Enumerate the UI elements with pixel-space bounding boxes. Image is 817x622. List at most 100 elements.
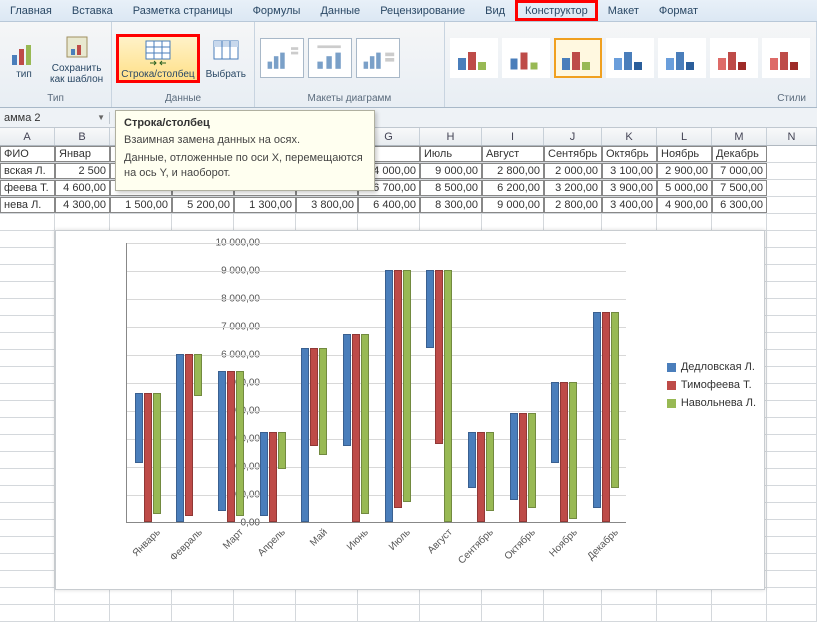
cell[interactable]: 4 600,00 (55, 180, 110, 196)
chart-layout-2[interactable] (308, 38, 352, 78)
cell[interactable] (420, 214, 482, 230)
cell[interactable] (767, 180, 817, 196)
cell[interactable] (482, 214, 544, 230)
cell[interactable] (296, 588, 358, 604)
cell[interactable] (0, 554, 55, 570)
cell[interactable]: 8 300,00 (420, 197, 482, 213)
cell[interactable]: 4 300,00 (55, 197, 110, 213)
cell[interactable] (0, 384, 55, 400)
cell[interactable] (172, 588, 234, 604)
cell[interactable] (482, 605, 544, 621)
col-header[interactable]: M (712, 128, 767, 145)
tab-layout[interactable]: Макет (598, 0, 649, 21)
cell[interactable] (767, 435, 817, 451)
chart-layout-1[interactable] (260, 38, 304, 78)
chart-style-1[interactable] (450, 38, 498, 78)
embedded-chart[interactable]: 0,001 000,002 000,003 000,004 000,005 00… (55, 230, 765, 590)
cell[interactable] (0, 367, 55, 383)
cell[interactable] (767, 231, 817, 247)
cell[interactable] (0, 248, 55, 264)
cell[interactable]: 3 100,00 (602, 163, 657, 179)
tab-formulas[interactable]: Формулы (243, 0, 311, 21)
cell[interactable] (602, 214, 657, 230)
tab-design[interactable]: Конструктор (515, 0, 598, 21)
cell[interactable]: 3 200,00 (544, 180, 602, 196)
cell[interactable] (657, 214, 712, 230)
dropdown-icon[interactable]: ▼ (97, 113, 105, 122)
cell[interactable]: 2 900,00 (657, 163, 712, 179)
cell[interactable] (0, 469, 55, 485)
cell[interactable] (767, 299, 817, 315)
col-header[interactable]: N (767, 128, 817, 145)
chart-style-6[interactable] (710, 38, 758, 78)
cell[interactable] (767, 197, 817, 213)
cell[interactable]: Октябрь (602, 146, 657, 162)
col-header[interactable]: J (544, 128, 602, 145)
tab-view[interactable]: Вид (475, 0, 515, 21)
cell[interactable]: 3 800,00 (296, 197, 358, 213)
tab-data[interactable]: Данные (310, 0, 370, 21)
cell[interactable] (358, 214, 420, 230)
cell[interactable]: 9 000,00 (482, 197, 544, 213)
cell[interactable]: 3 900,00 (602, 180, 657, 196)
cell[interactable]: вская Л. (0, 163, 55, 179)
tab-insert[interactable]: Вставка (62, 0, 123, 21)
cell[interactable]: 9 000,00 (420, 163, 482, 179)
cell[interactable]: феева Т. (0, 180, 55, 196)
cell[interactable]: Сентябрь (544, 146, 602, 162)
cell[interactable] (767, 265, 817, 281)
cell[interactable] (767, 571, 817, 587)
cell[interactable] (767, 367, 817, 383)
cell[interactable]: Август (482, 146, 544, 162)
col-header[interactable]: K (602, 128, 657, 145)
cell[interactable] (234, 588, 296, 604)
cell[interactable] (172, 214, 234, 230)
cell[interactable] (0, 588, 55, 604)
cell[interactable]: 8 500,00 (420, 180, 482, 196)
cell[interactable] (767, 486, 817, 502)
cell[interactable] (767, 452, 817, 468)
cell[interactable]: 7 500,00 (712, 180, 767, 196)
cell[interactable] (602, 588, 657, 604)
cell[interactable]: 2 500 (55, 163, 110, 179)
chart-layout-3[interactable] (356, 38, 400, 78)
cell[interactable] (767, 537, 817, 553)
cell[interactable] (544, 214, 602, 230)
cell[interactable] (767, 554, 817, 570)
cell[interactable] (767, 418, 817, 434)
cell[interactable] (767, 163, 817, 179)
cell[interactable] (0, 571, 55, 587)
cell[interactable] (55, 588, 110, 604)
tab-review[interactable]: Рецензирование (370, 0, 475, 21)
col-header[interactable]: L (657, 128, 712, 145)
cell[interactable]: 1 500,00 (110, 197, 172, 213)
cell[interactable] (0, 452, 55, 468)
cell[interactable] (0, 418, 55, 434)
cell[interactable]: Декабрь (712, 146, 767, 162)
cell[interactable]: 2 800,00 (482, 163, 544, 179)
cell[interactable]: Январ (55, 146, 110, 162)
cell[interactable]: 4 900,00 (657, 197, 712, 213)
cell[interactable]: 5 200,00 (172, 197, 234, 213)
cell[interactable] (110, 588, 172, 604)
save-as-template-button[interactable]: Сохранить как шаблон (46, 29, 107, 87)
cell[interactable] (767, 588, 817, 604)
cell[interactable] (544, 588, 602, 604)
cell[interactable] (55, 214, 110, 230)
cell[interactable] (767, 520, 817, 536)
cell[interactable] (712, 605, 767, 621)
cell[interactable]: 6 400,00 (358, 197, 420, 213)
chart-style-3[interactable] (554, 38, 602, 78)
cell[interactable]: ФИО (0, 146, 55, 162)
cell[interactable] (0, 333, 55, 349)
tab-format[interactable]: Формат (649, 0, 708, 21)
cell[interactable] (420, 588, 482, 604)
chart-style-5[interactable] (658, 38, 706, 78)
name-box[interactable]: амма 2 ▼ (0, 112, 110, 124)
cell[interactable] (767, 469, 817, 485)
cell[interactable] (296, 605, 358, 621)
col-header[interactable]: A (0, 128, 55, 145)
col-header[interactable]: B (55, 128, 110, 145)
cell[interactable]: 2 000,00 (544, 163, 602, 179)
cell[interactable] (0, 214, 55, 230)
